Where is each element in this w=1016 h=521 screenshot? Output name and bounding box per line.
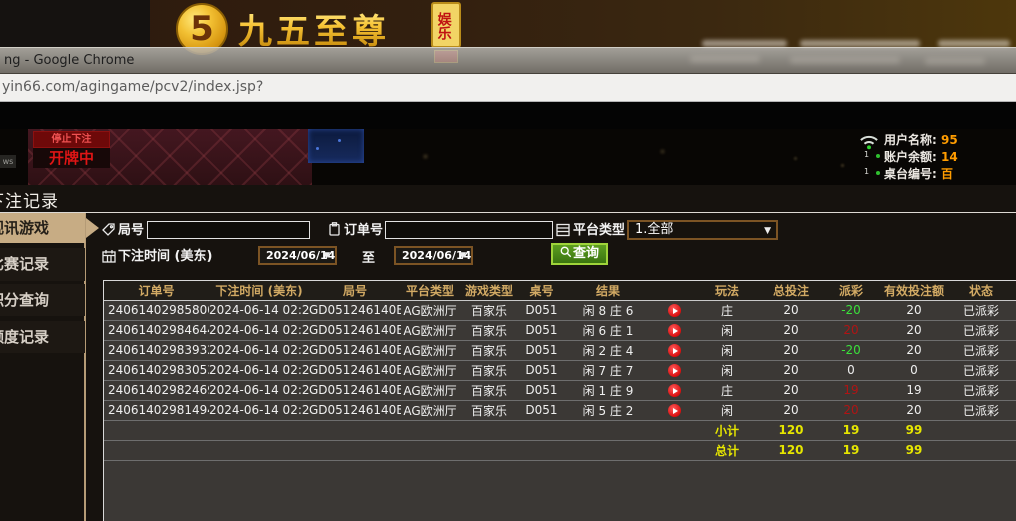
green-dot-icon bbox=[876, 171, 880, 175]
play-video-icon[interactable] bbox=[668, 364, 681, 377]
ambient-lights bbox=[0, 129, 1, 130]
casino-background-strip: ws 停止下注 开牌中 1 1 用户名称: 95 账户余额: 14 桌台编号: … bbox=[0, 129, 1016, 185]
sidebar-item-points-query[interactable]: 积分查询 bbox=[0, 284, 85, 316]
round-number-input[interactable] bbox=[147, 221, 310, 239]
bet-records-panel: 下注记录 视讯游戏 比赛记录 积分查询 额度记录 局号 订单号 平台类型 bbox=[0, 185, 1016, 521]
active-item-arrow-icon bbox=[86, 218, 99, 238]
blurred-promo-text bbox=[938, 40, 1010, 47]
username-row: 用户名称: 95 bbox=[884, 131, 958, 147]
platform-type-label: 平台类型 bbox=[573, 221, 625, 241]
date-to-picker[interactable]: 2024/06/14 ▼ bbox=[394, 246, 473, 265]
search-button[interactable]: 查询 bbox=[551, 243, 608, 265]
clipboard-icon bbox=[328, 222, 342, 236]
sidebar-item-video-games[interactable]: 视讯游戏 bbox=[0, 213, 85, 243]
col-order: 订单号 bbox=[104, 281, 209, 300]
play-video-icon[interactable] bbox=[668, 304, 681, 317]
table-header-row: 订单号 下注时间 (美东) 局号 平台类型 游戏类型 桌号 结果 玩法 总投注 … bbox=[104, 281, 1016, 300]
col-round: 局号 bbox=[309, 281, 401, 300]
platform-type-select[interactable]: 1.全部 ▼ bbox=[627, 220, 778, 240]
blurred-promo-text bbox=[800, 40, 920, 47]
mini-counter: 1 bbox=[864, 167, 869, 176]
window-title: ng - Google Chrome bbox=[4, 53, 134, 68]
calendar-icon bbox=[102, 249, 116, 263]
col-valid: 有效投注额 bbox=[877, 281, 951, 300]
to-label: 至 bbox=[362, 247, 375, 266]
subtotal-row: 小计 120 19 99 bbox=[104, 420, 1016, 440]
table-row: 240614029830539 2024-06-14 02:25:55 GD05… bbox=[104, 360, 1016, 380]
table-row: 240614029814943 2024-06-14 02:24:32 GD05… bbox=[104, 400, 1016, 420]
order-number-input[interactable] bbox=[385, 221, 553, 239]
table-row: 240614029858005 2024-06-14 02:28:16 GD05… bbox=[104, 300, 1016, 320]
play-video-icon[interactable] bbox=[668, 384, 681, 397]
mini-counter: 1 bbox=[864, 150, 869, 159]
divider bbox=[0, 212, 1016, 213]
url-text: yin66.com/agingame/pcv2/index.jsp? bbox=[2, 79, 263, 95]
chevron-down-icon: ▼ bbox=[323, 249, 330, 264]
green-dot-icon bbox=[876, 154, 880, 158]
tag-icon bbox=[102, 223, 116, 237]
table-row: 240614029824695 2024-06-14 02:25:25 GD05… bbox=[104, 380, 1016, 400]
col-method: 玩法 bbox=[697, 281, 757, 300]
stop-betting-banner: 停止下注 bbox=[33, 131, 110, 148]
col-status: 状态 bbox=[951, 281, 1011, 300]
table-row: 240614029846444 2024-06-14 02:27:21 GD05… bbox=[104, 320, 1016, 340]
table-number-row: 桌台编号: 百 bbox=[884, 165, 953, 181]
video-screen-fragment bbox=[308, 129, 364, 163]
sidebar-item-match-records[interactable]: 比赛记录 bbox=[0, 248, 85, 281]
chevron-down-icon: ▼ bbox=[764, 223, 771, 239]
play-video-icon[interactable] bbox=[668, 344, 681, 357]
sidebar-item-quota-records[interactable]: 额度记录 bbox=[0, 321, 85, 353]
play-video-icon[interactable] bbox=[668, 324, 681, 337]
chrome-titlebar[interactable]: ng - Google Chrome bbox=[0, 47, 1016, 74]
play-video-icon[interactable] bbox=[668, 404, 681, 417]
black-strip bbox=[0, 102, 1016, 129]
records-table: 订单号 下注时间 (美东) 局号 平台类型 游戏类型 桌号 结果 玩法 总投注 … bbox=[104, 281, 1016, 461]
col-time: 下注时间 (美东) bbox=[209, 281, 309, 300]
brand-title: 九五至尊 bbox=[238, 4, 390, 53]
date-from-picker[interactable]: 2024/06/14 ▼ bbox=[258, 246, 337, 265]
col-bet: 总投注 bbox=[757, 281, 825, 300]
order-number-label: 订单号 bbox=[344, 221, 383, 241]
chevron-down-icon: ▼ bbox=[459, 249, 466, 264]
col-game: 游戏类型 bbox=[459, 281, 519, 300]
page-title: 下注记录 bbox=[0, 187, 59, 212]
site-header: 5 九五至尊 娱乐 bbox=[0, 0, 1016, 47]
blurred-promo-text bbox=[702, 40, 787, 47]
col-platform: 平台类型 bbox=[401, 281, 459, 300]
bet-time-label: 下注时间 (美东) bbox=[118, 247, 212, 267]
screen: 5 九五至尊 娱乐 ng - Google Chrome yin66.com/a… bbox=[0, 0, 1016, 521]
records-table-wrap: 订单号 下注时间 (美东) 局号 平台类型 游戏类型 桌号 结果 玩法 总投注 … bbox=[103, 280, 1016, 521]
search-icon bbox=[560, 246, 572, 258]
table-row: 240614029839321 2024-06-14 02:26:43 GD05… bbox=[104, 340, 1016, 360]
col-table: 桌号 bbox=[519, 281, 564, 300]
chrome-urlbar[interactable]: yin66.com/agingame/pcv2/index.jsp? bbox=[0, 74, 1016, 102]
col-payout: 派彩 bbox=[825, 281, 877, 300]
brand-badge: 娱乐 bbox=[431, 2, 461, 48]
ws-tab: ws bbox=[0, 155, 16, 168]
col-video bbox=[652, 281, 697, 300]
balance-row: 账户余额: 14 bbox=[884, 148, 958, 164]
round-number-label: 局号 bbox=[118, 221, 144, 241]
opening-cards-banner: 开牌中 bbox=[33, 148, 110, 168]
subtotal-label: 小计 bbox=[697, 420, 757, 440]
total-label: 总计 bbox=[697, 440, 757, 460]
total-row: 总计 120 19 99 bbox=[104, 440, 1016, 460]
header-dark-area bbox=[0, 0, 150, 47]
platform-list-icon bbox=[556, 223, 570, 237]
col-result: 结果 bbox=[564, 281, 652, 300]
col-paytime: 派彩时间 bbox=[1011, 281, 1016, 300]
